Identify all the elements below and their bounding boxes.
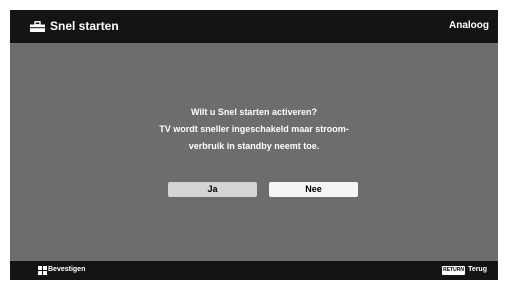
confirm-hint: Bevestigen xyxy=(48,266,86,273)
dialog-description-line-1: TV wordt sneller ingeschakeld maar stroo… xyxy=(159,124,349,134)
back-hint: Terug xyxy=(468,266,487,273)
toolbox-icon xyxy=(30,21,45,32)
dialog-message: Wilt u Snel starten activeren? TV wordt … xyxy=(10,104,498,155)
return-key-badge: RETURN xyxy=(442,266,465,275)
tv-screen: Snel starten Analoog Wilt u Snel starten… xyxy=(10,10,498,280)
dialog-description-line-2: verbruik in standby neemt toe. xyxy=(188,141,320,151)
no-button[interactable]: Nee xyxy=(269,182,358,197)
dialog-question: Wilt u Snel starten activeren? xyxy=(191,107,317,117)
yes-button[interactable]: Ja xyxy=(168,182,257,197)
header-bar: Snel starten Analoog xyxy=(10,10,498,43)
page-title: Snel starten xyxy=(50,19,119,33)
input-source-label: Analoog xyxy=(449,20,489,31)
footer-bar: Bevestigen RETURN Terug xyxy=(10,261,498,280)
dpad-icon xyxy=(38,266,47,275)
